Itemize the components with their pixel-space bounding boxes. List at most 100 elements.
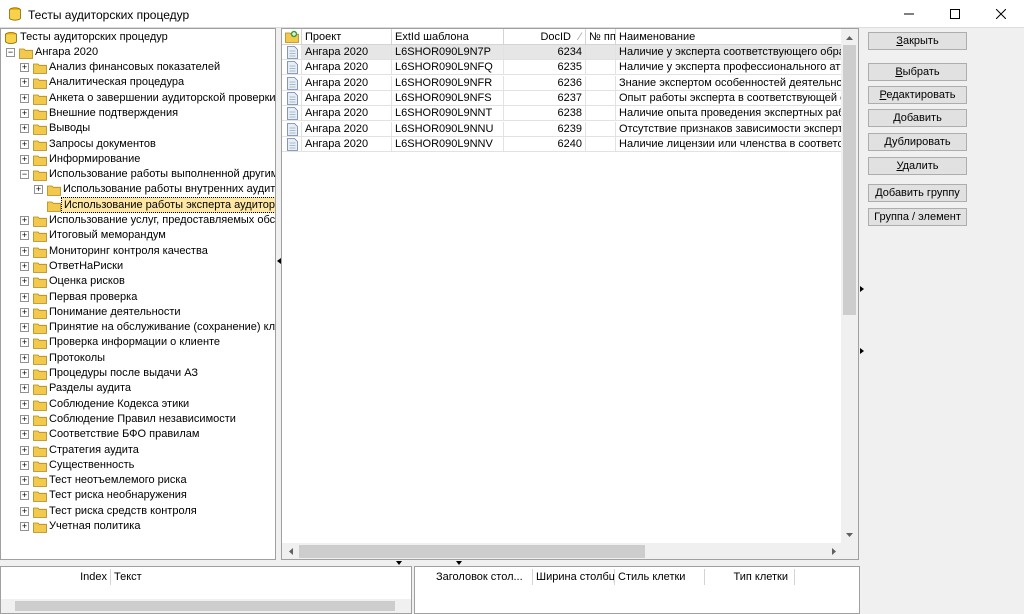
arrow-left-icon	[288, 548, 293, 555]
columns-grid[interactable]: Заголовок стол... Ширина столбца Стиль к…	[414, 566, 860, 614]
action-button[interactable]: Выбрать	[868, 63, 967, 81]
expand-icon[interactable]: +	[20, 124, 29, 134]
col-docid[interactable]: DocID ⁄	[504, 29, 586, 45]
scroll-right-button[interactable]	[825, 543, 842, 559]
add-row-header[interactable]	[282, 29, 302, 45]
expand-icon[interactable]: +	[20, 445, 29, 455]
expand-icon[interactable]: +	[20, 277, 29, 287]
expand-icon[interactable]: +	[20, 261, 29, 271]
col-text[interactable]: Текст	[111, 569, 251, 585]
expand-icon[interactable]: +	[20, 63, 29, 72]
expand-icon[interactable]: +	[20, 353, 29, 363]
texts-grid[interactable]: Index Текст	[0, 566, 412, 614]
expand-icon[interactable]: +	[20, 430, 29, 440]
cell-project: Ангара 2020	[302, 136, 392, 152]
action-button[interactable]: Добавить группу	[868, 184, 967, 202]
expand-icon[interactable]: +	[20, 384, 29, 394]
expand-icon[interactable]: +	[20, 506, 29, 516]
table-row[interactable]: Ангара 2020 L6SHOR090L9NFR 6236 Знание эксп…	[282, 75, 842, 91]
tree-node-label: Протоколы	[49, 351, 106, 364]
cell-project: Ангара 2020	[302, 60, 392, 76]
action-button[interactable]: Редактировать	[868, 86, 967, 104]
expand-icon[interactable]: +	[20, 216, 29, 225]
collapse-icon[interactable]: −	[20, 170, 29, 180]
cell-project: Ангара 2020	[302, 121, 392, 137]
expand-icon[interactable]: +	[20, 323, 29, 333]
col-cell-type[interactable]: Тип клетки	[705, 569, 795, 585]
action-button[interactable]: Дублировать	[868, 133, 967, 151]
minimize-button[interactable]	[886, 0, 932, 28]
action-button[interactable]: Удалить	[868, 157, 967, 175]
tree-node-label: Стратегия аудита	[49, 443, 139, 456]
action-button[interactable]: Группа / элемент	[868, 208, 967, 226]
col-pp[interactable]: № пп	[586, 29, 616, 45]
table-row[interactable]: Ангара 2020 L6SHOR090L9NFS 6237 Опыт работы…	[282, 90, 842, 106]
table-row[interactable]: Ангара 2020 L6SHOR090L9NNU 6239 Отсутствие …	[282, 121, 842, 137]
collapse-icon[interactable]: −	[6, 48, 15, 57]
expand-icon[interactable]: +	[20, 108, 29, 118]
expand-icon[interactable]: +	[34, 185, 43, 195]
expand-icon[interactable]: +	[20, 246, 29, 256]
tree-node-label: Соблюдение Кодекса этики	[49, 397, 190, 410]
expand-icon[interactable]: +	[20, 338, 29, 348]
expand-icon[interactable]: +	[20, 231, 29, 241]
expand-icon[interactable]: +	[20, 460, 29, 470]
close-window-button[interactable]	[978, 0, 1024, 28]
cell-project: Ангара 2020	[302, 75, 392, 91]
expand-icon[interactable]: +	[20, 491, 29, 501]
document-icon	[287, 122, 298, 136]
expand-icon[interactable]: +	[20, 292, 29, 302]
expand-icon[interactable]: +	[20, 93, 29, 103]
maximize-button[interactable]	[932, 0, 978, 28]
splitter-arrow-icon	[860, 348, 864, 354]
tree-node-label: Мониторинг контроля качества	[49, 244, 208, 257]
texts-horizontal-scrollbar[interactable]	[1, 599, 411, 613]
hscroll-thumb[interactable]	[299, 545, 645, 558]
expand-icon[interactable]: +	[20, 369, 29, 378]
col-cell-style[interactable]: Стиль клетки	[615, 569, 705, 585]
right-splitter[interactable]	[859, 28, 864, 560]
col-index[interactable]: Index	[21, 569, 111, 585]
tree-node-label: Аналитическая процедура	[49, 76, 185, 89]
expand-icon[interactable]: +	[20, 476, 29, 486]
splitter-arrow-icon	[456, 561, 462, 565]
document-icon	[287, 61, 298, 75]
scroll-up-button[interactable]	[841, 29, 858, 46]
action-button[interactable]: Закрыть	[868, 32, 967, 50]
splitter-arrow-icon	[860, 286, 864, 292]
database-icon	[9, 7, 21, 21]
cell-extid: L6SHOR090L9NNT	[392, 106, 504, 122]
folder-icon	[33, 369, 47, 380]
expand-icon[interactable]: +	[20, 154, 29, 164]
col-header-title[interactable]: Заголовок стол...	[433, 569, 533, 585]
expand-icon[interactable]: +	[20, 78, 29, 88]
col-name[interactable]: Наименование	[616, 29, 842, 45]
table-row[interactable]: Ангара 2020 L6SHOR090L9N7P 6234 Наличие у э…	[282, 45, 842, 60]
expand-icon[interactable]: +	[20, 414, 29, 424]
grid-horizontal-scrollbar[interactable]	[282, 543, 842, 559]
table-row[interactable]: Ангара 2020 L6SHOR090L9NFQ 6235 Наличие у э…	[282, 60, 842, 76]
row-icon-cell	[282, 106, 302, 122]
procedure-tree[interactable]: Тесты аудиторских процедур − Ангара 2020…	[0, 28, 276, 560]
scroll-thumb[interactable]	[843, 45, 856, 315]
scroll-down-button[interactable]	[841, 526, 858, 543]
cell-project: Ангара 2020	[302, 90, 392, 106]
col-extid[interactable]: ExtId шаблона	[392, 29, 504, 45]
expand-icon[interactable]: +	[20, 399, 29, 409]
cell-docid: 6235	[504, 60, 586, 76]
cell-pp	[586, 136, 616, 152]
cell-name: Наличие опыта проведения экспертных рабо…	[616, 106, 842, 122]
scroll-left-button[interactable]	[282, 543, 299, 559]
documents-grid[interactable]: Проект ExtId шаблона DocID ⁄ № пп Наимен…	[281, 28, 859, 560]
table-row[interactable]: Ангара 2020 L6SHOR090L9NNV 6240 Наличие лиц…	[282, 136, 842, 152]
hscroll-thumb[interactable]	[15, 601, 395, 611]
action-button[interactable]: Добавить	[868, 109, 967, 127]
col-project[interactable]: Проект	[302, 29, 392, 45]
col-width[interactable]: Ширина столбца	[533, 569, 615, 585]
expand-icon[interactable]: +	[20, 139, 29, 149]
grid-vertical-scrollbar[interactable]	[841, 29, 858, 543]
folder-icon	[33, 262, 47, 273]
table-row[interactable]: Ангара 2020 L6SHOR090L9NNT 6238 Наличие опы…	[282, 106, 842, 122]
expand-icon[interactable]: +	[20, 522, 29, 531]
expand-icon[interactable]: +	[20, 307, 29, 317]
